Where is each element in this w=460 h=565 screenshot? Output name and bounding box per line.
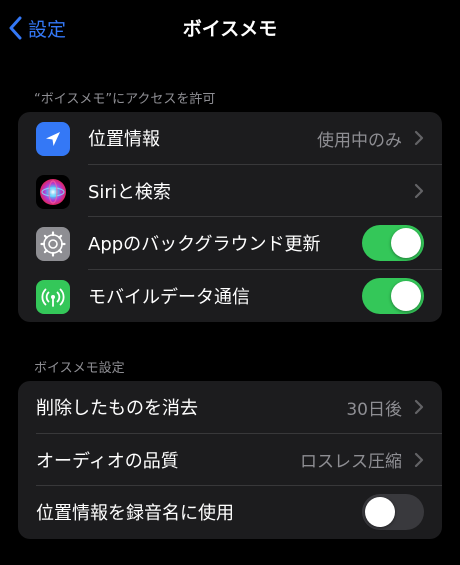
toggle-knob [365,497,395,528]
location-arrow-icon [36,122,70,156]
row-siri-search[interactable]: Siriと検索 [18,165,442,217]
row-value: ロスレス圧縮 [300,452,402,473]
section-header-voice-memos-settings: ボイスメモ設定 [34,361,125,376]
background-refresh-toggle[interactable] [362,225,424,262]
chevron-right-icon [414,183,424,203]
voice-memos-settings-screen: 設定 ボイスメモ “ボイスメモ”にアクセスを許可 位置情報 使用中のみ Siri… [0,0,460,565]
row-clear-deleted[interactable]: 削除したものを消去 30日後 [18,381,442,434]
toggle-knob [391,280,421,311]
row-label: 位置情報 [88,129,160,151]
navigation-bar: 設定 ボイスメモ [0,0,460,56]
chevron-right-icon [414,130,424,150]
row-label: オーディオの品質 [36,450,179,472]
row-location[interactable]: 位置情報 使用中のみ [18,112,442,165]
section-header-access: “ボイスメモ”にアクセスを許可 [34,92,216,107]
gear-icon [36,227,70,261]
row-label: モバイルデータ通信 [88,286,250,308]
chevron-right-icon [414,452,424,472]
row-background-refresh: Appのバックグラウンド更新 [18,217,442,270]
row-value: 30日後 [346,399,402,420]
toggle-knob [391,228,421,259]
row-mobile-data: モバイルデータ通信 [18,270,442,323]
access-settings-group: 位置情報 使用中のみ Siriと検索 Appのバックグラウンド更新 モバイルデー… [18,112,442,322]
row-audio-quality[interactable]: オーディオの品質 ロスレス圧縮 [18,434,442,486]
row-label: 削除したものを消去 [36,398,198,420]
siri-icon [36,174,70,209]
row-label: Appのバックグラウンド更新 [88,234,321,256]
row-label: 位置情報を録音名に使用 [36,503,234,525]
row-location-naming: 位置情報を録音名に使用 [18,486,442,539]
chevron-right-icon [414,399,424,419]
location-naming-toggle[interactable] [362,494,424,531]
voice-memos-settings-group: 削除したものを消去 30日後 オーディオの品質 ロスレス圧縮 位置情報を録音名に… [18,381,442,539]
mobile-data-toggle[interactable] [362,277,424,314]
page-title: ボイスメモ [182,18,278,40]
row-label: Siriと検索 [88,181,171,203]
row-value: 使用中のみ [317,130,402,151]
cellular-antenna-icon [36,279,70,314]
